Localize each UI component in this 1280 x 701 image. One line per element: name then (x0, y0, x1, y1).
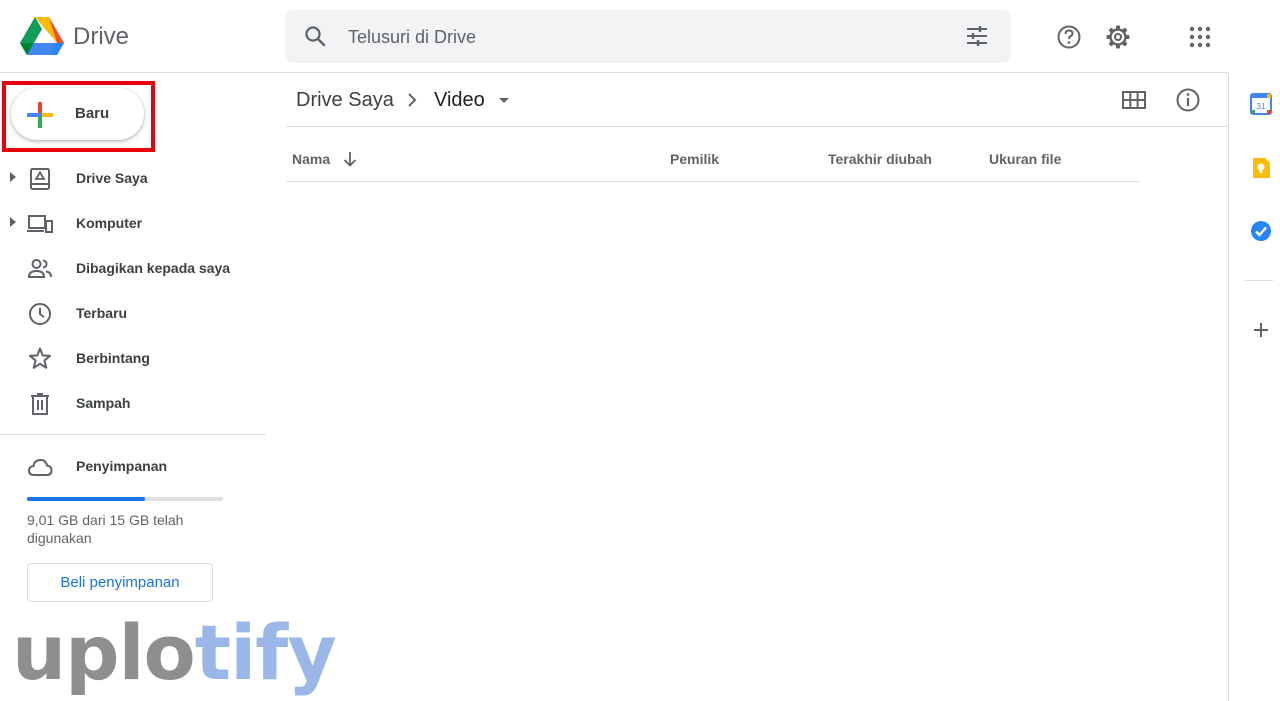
info-icon[interactable] (1175, 87, 1201, 113)
sidebar-item-recent[interactable]: Terbaru (0, 293, 266, 333)
column-header-file-size[interactable]: Ukuran file (989, 151, 1061, 167)
calendar-icon[interactable]: 31 (1249, 92, 1273, 116)
side-panel-divider (1245, 280, 1273, 281)
column-header-owner[interactable]: Pemilik (670, 151, 719, 167)
storage-progress-bar (27, 497, 223, 501)
search-bar[interactable]: Telusuri di Drive (285, 10, 1011, 63)
app-title[interactable]: Drive (73, 23, 129, 51)
tasks-icon[interactable] (1249, 219, 1273, 243)
column-header-last-modified[interactable]: Terakhir diubah (828, 151, 932, 167)
watermark-part-1: uplo (12, 608, 196, 697)
column-header-name[interactable]: Nama (292, 151, 330, 167)
sidebar-item-my-drive[interactable]: Drive Saya (0, 158, 266, 198)
sort-arrow-down-icon[interactable] (342, 150, 358, 168)
sidebar-item-label: Drive Saya (76, 170, 148, 186)
svg-text:31: 31 (1257, 102, 1266, 111)
settings-gear-icon[interactable] (1105, 24, 1131, 50)
sidebar-item-storage[interactable]: Penyimpanan (0, 446, 266, 486)
apps-grid-icon[interactable] (1187, 24, 1213, 50)
help-icon[interactable] (1056, 24, 1082, 50)
sidebar-item-label: Terbaru (76, 305, 128, 321)
trash-icon (31, 393, 49, 415)
sidebar-item-label: Penyimpanan (76, 458, 168, 474)
keep-icon[interactable] (1249, 156, 1273, 180)
sidebar-item-trash[interactable]: Sampah (0, 383, 266, 423)
grid-view-icon[interactable] (1121, 88, 1147, 112)
search-input[interactable]: Telusuri di Drive (348, 27, 476, 48)
computer-icon (27, 215, 53, 233)
sidebar-item-label: Dibagikan kepada saya (76, 260, 231, 276)
storage-usage-text: 9,01 GB dari 15 GB telah digunakan (27, 512, 184, 546)
expand-arrow-icon[interactable] (10, 217, 16, 227)
buy-storage-button[interactable]: Beli penyimpanan (27, 563, 213, 602)
sidebar-item-label: Komputer (76, 215, 143, 231)
cloud-icon (27, 458, 53, 476)
star-icon (29, 347, 51, 369)
main-divider (286, 126, 1228, 127)
my-drive-icon (30, 168, 50, 190)
side-panel: 31 (1228, 73, 1280, 701)
search-icon[interactable] (303, 24, 327, 48)
sidebar-item-label: Sampah (76, 395, 131, 411)
add-plus-icon[interactable] (1249, 318, 1273, 342)
sidebar-divider (0, 434, 266, 435)
top-header: Drive Telusuri di Drive (0, 0, 1228, 73)
search-options-icon[interactable] (965, 24, 989, 48)
sidebar-item-starred[interactable]: Berbintang (0, 338, 266, 378)
shared-icon (27, 259, 52, 278)
chevron-right-icon (408, 93, 417, 107)
breadcrumb-my-drive[interactable]: Drive Saya (296, 89, 394, 112)
sidebar-item-computers[interactable]: Komputer (0, 203, 266, 243)
watermark-logo: uplotify (12, 608, 337, 698)
expand-arrow-icon[interactable] (10, 172, 16, 182)
drive-logo-icon[interactable] (20, 17, 64, 55)
sidebar-item-shared[interactable]: Dibagikan kepada saya (0, 248, 266, 288)
sidebar-item-label: Berbintang (76, 350, 150, 366)
table-header-divider (286, 181, 1140, 182)
highlight-box (2, 81, 155, 152)
breadcrumb-current-folder[interactable]: Video (434, 89, 485, 112)
watermark-part-2: tify (194, 608, 337, 697)
dropdown-arrow-icon[interactable] (499, 98, 509, 103)
storage-progress-fill (27, 497, 145, 501)
recent-clock-icon (29, 303, 51, 325)
